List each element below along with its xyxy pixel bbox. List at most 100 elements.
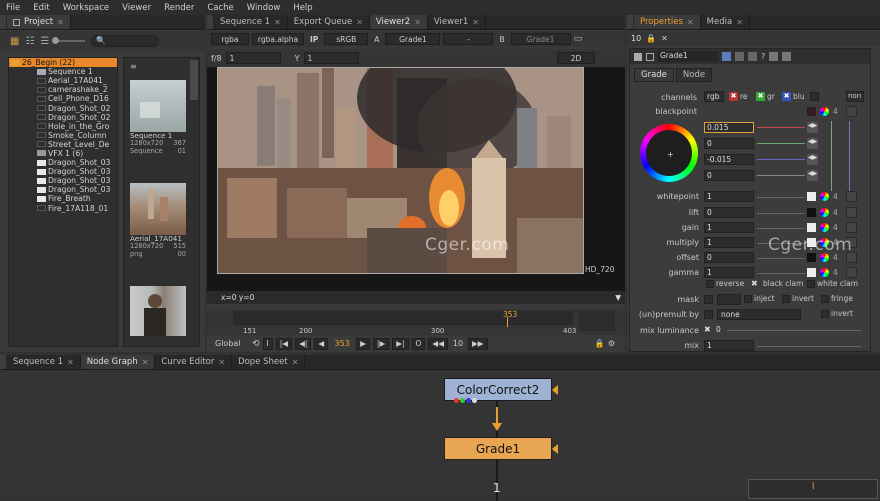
tree-item[interactable]: Fire_Breath: [9, 194, 117, 203]
tab-grade[interactable]: Grade: [634, 68, 674, 82]
loop-icon[interactable]: ⟲: [252, 339, 260, 349]
mix-luminance-checkbox[interactable]: ✖: [704, 325, 711, 334]
timeline-track[interactable]: [233, 311, 573, 325]
scrollbar[interactable]: [190, 60, 198, 100]
curve-icon[interactable]: [846, 222, 857, 233]
center-icon[interactable]: [646, 52, 654, 61]
lock-icon[interactable]: 🔒: [646, 34, 656, 43]
inject-checkbox[interactable]: [744, 295, 752, 303]
close-icon[interactable]: ✕: [67, 358, 74, 367]
menu-item[interactable]: Render: [164, 3, 194, 13]
float-icon[interactable]: [735, 52, 744, 61]
tree-item[interactable]: Aerial_17A041_: [9, 76, 117, 85]
menu-item[interactable]: Cache: [207, 3, 233, 13]
mix-luminance-slider[interactable]: [727, 330, 861, 331]
tree-item[interactable]: Dragon_Shot_02: [9, 113, 117, 122]
tab-node[interactable]: Node: [675, 68, 713, 82]
tree-item[interactable]: VFX 1 (6): [9, 149, 117, 158]
menu-item[interactable]: Window: [247, 3, 281, 13]
last-frame-button[interactable]: ▶|: [392, 337, 409, 350]
lift-field[interactable]: 0: [704, 207, 754, 218]
color-wheel-icon[interactable]: [820, 268, 829, 277]
tree-item[interactable]: Fire_17A118_01: [9, 204, 117, 213]
close-icon[interactable]: ✕: [356, 18, 363, 27]
expand-icon[interactable]: ▼: [615, 293, 621, 302]
play-backward-button[interactable]: ◀: [314, 337, 329, 350]
colorspace-select[interactable]: sRGB: [324, 33, 369, 45]
channels-select[interactable]: rgba: [211, 33, 249, 45]
node-name-field[interactable]: Grade1: [658, 51, 718, 62]
lift-slider[interactable]: [757, 213, 805, 214]
tree-item[interactable]: Dragon_Shot_03: [9, 167, 117, 176]
tab-dope-sheet[interactable]: Dope Sheet ✕: [232, 355, 306, 369]
tree-item[interactable]: Dragon_Shot_02: [9, 103, 117, 113]
tree-item[interactable]: Hole_in_the_Gro: [9, 122, 117, 131]
close-panel-icon[interactable]: [782, 52, 792, 61]
tab-sequence-1[interactable]: Sequence 1 ✕: [214, 15, 288, 29]
monitor-icon[interactable]: ▭: [574, 34, 583, 44]
menu-item[interactable]: Edit: [33, 3, 49, 13]
green-checkbox[interactable]: ✖: [756, 92, 765, 101]
curve-icon[interactable]: [846, 191, 857, 202]
tree-item[interactable]: Cell_Phone_D16: [9, 94, 117, 103]
unpremult-checkbox[interactable]: [704, 310, 713, 319]
black-clamp-checkbox[interactable]: ✖: [751, 279, 758, 288]
timeline[interactable]: 353 151 200 300 403: [207, 309, 625, 335]
color-wheel-icon[interactable]: [820, 192, 829, 201]
thumb-cellphone[interactable]: [130, 286, 186, 336]
gain-slider[interactable]: [757, 228, 805, 229]
a-input-select[interactable]: Grade1: [385, 33, 441, 45]
bp-swatch[interactable]: [807, 107, 816, 116]
step-back-button[interactable]: ◀|: [295, 337, 312, 350]
tree-item[interactable]: Street_Level_De: [9, 140, 117, 149]
whitepoint-field[interactable]: 1: [704, 191, 754, 202]
close-icon[interactable]: ✕: [687, 18, 694, 27]
tree-item[interactable]: Dragon_Shot_03: [9, 158, 117, 167]
green-slider[interactable]: [757, 143, 805, 144]
bp-color-icon[interactable]: [820, 107, 829, 116]
alpha-select[interactable]: rgba.alpha: [252, 33, 304, 45]
menu-item[interactable]: Viewer: [122, 3, 151, 13]
viewer-canvas[interactable]: HD_720: [207, 67, 625, 291]
tab-project[interactable]: Project ✕: [7, 15, 71, 29]
menu-item[interactable]: File: [6, 3, 20, 13]
channels-select[interactable]: rgb: [704, 91, 724, 102]
close-icon[interactable]: ✕: [472, 18, 479, 27]
view-mode-select[interactable]: 2D: [557, 52, 595, 64]
float-panel-icon[interactable]: [769, 52, 779, 61]
search-field[interactable]: 🔍: [91, 35, 160, 47]
fringe-checkbox[interactable]: [821, 295, 829, 303]
tab-properties[interactable]: Properties ✕: [634, 15, 701, 29]
reverse-checkbox[interactable]: [706, 280, 714, 288]
vertical-slider[interactable]: [849, 121, 850, 191]
step-arrows-icon[interactable]: ◀▶: [807, 154, 818, 165]
play-forward-button[interactable]: ▶: [356, 337, 370, 350]
vertical-slider[interactable]: [831, 121, 832, 191]
tab-viewer2[interactable]: Viewer2 ✕: [369, 15, 428, 29]
ip-button[interactable]: IP: [307, 33, 321, 45]
thumb-aerial[interactable]: Aerial_17A041 1280x720 515 png 00: [130, 183, 186, 259]
menu-item[interactable]: Help: [293, 3, 312, 13]
alpha-checkbox[interactable]: [810, 92, 819, 101]
close-icon[interactable]: ✕: [142, 358, 149, 367]
lock-icon[interactable]: 🔒: [595, 339, 605, 348]
multiply-field[interactable]: 1: [704, 237, 754, 248]
skip-back-button[interactable]: ◀◀: [428, 337, 448, 350]
timeline-scrollbar[interactable]: [579, 311, 615, 331]
color-swatch-icon[interactable]: [722, 52, 731, 61]
blackpoint-r-field[interactable]: 0.015: [704, 122, 754, 133]
white-clamp-checkbox[interactable]: [807, 280, 815, 288]
color-swatch-icon[interactable]: [807, 268, 816, 277]
skip-forward-button[interactable]: ▶▶: [467, 337, 488, 350]
frame-field[interactable]: 353: [331, 339, 353, 348]
offset-slider[interactable]: [757, 258, 805, 259]
clear-icon[interactable]: ✕: [661, 34, 668, 43]
step-arrows-icon[interactable]: ◀▶: [807, 170, 818, 181]
max-panels-field[interactable]: 10: [631, 34, 641, 43]
blue-slider[interactable]: [757, 159, 805, 160]
mix-luminance-field[interactable]: 0: [716, 325, 721, 334]
tree-item[interactable]: Dragon_Shot_03: [9, 185, 117, 194]
y-field[interactable]: 1: [303, 52, 359, 64]
unpremult-select[interactable]: none: [717, 309, 801, 320]
tab-sequence-1[interactable]: Sequence 1 ✕: [7, 355, 81, 369]
